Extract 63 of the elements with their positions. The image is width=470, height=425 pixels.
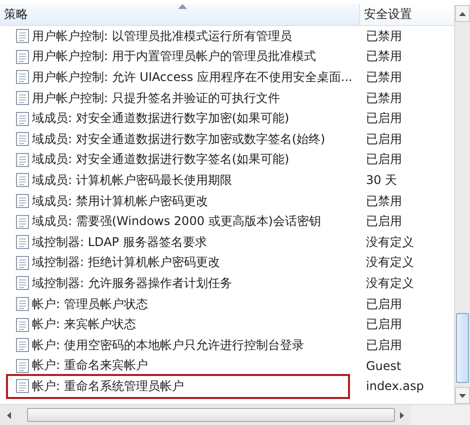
policy-icon bbox=[16, 91, 29, 106]
policy-icon bbox=[16, 235, 29, 250]
policy-icon bbox=[16, 338, 29, 352]
security-setting: Guest bbox=[366, 358, 402, 373]
policy-icon bbox=[16, 318, 29, 332]
security-setting: 30 天 bbox=[366, 172, 398, 187]
policy-name: 用户帐户控制: 允许 UIAccess 应用程序在不使用安全桌面... bbox=[32, 68, 352, 86]
policy-icon bbox=[16, 358, 29, 373]
security-setting: 已启用 bbox=[366, 296, 402, 311]
policy-icon bbox=[16, 152, 29, 167]
column-header[interactable]: 策略 bbox=[0, 4, 360, 25]
security-setting: 已启用 bbox=[366, 338, 402, 352]
policy-name: 域成员: 计算机帐户密码最长使用期限 bbox=[32, 172, 232, 189]
scroll-up-icon[interactable] bbox=[455, 5, 470, 22]
security-setting: index.asp bbox=[366, 379, 424, 394]
sort-caret-icon bbox=[178, 4, 187, 9]
policy-name: 域成员: 对安全通道数据进行数字签名(如果可能) bbox=[32, 151, 290, 168]
scroll-thumb[interactable] bbox=[27, 408, 395, 422]
security-setting: 没有定义 bbox=[366, 255, 414, 270]
policy-icon bbox=[16, 112, 29, 126]
policy-name: 域成员: 对安全通道数据进行数字加密(如果可能) bbox=[32, 110, 290, 128]
scrollbar-corner bbox=[410, 405, 470, 425]
policy-name: 帐户: 来宾帐户状态 bbox=[32, 316, 136, 334]
security-setting: 已禁用 bbox=[366, 28, 402, 43]
policy-name: 帐户: 管理员帐户状态 bbox=[32, 296, 148, 313]
policy-name: 域成员: 对安全通道数据进行数字加密或数字签名(始终) bbox=[32, 130, 326, 148]
policy-name: 用户帐户控制: 只提升签名并验证的可执行文件 bbox=[32, 90, 280, 107]
vertical-scrollbar[interactable] bbox=[454, 5, 470, 404]
policy-icon bbox=[16, 173, 29, 188]
scroll-down-icon[interactable] bbox=[455, 387, 470, 404]
policy-icon bbox=[16, 256, 29, 270]
policy-name: 域控制器: LDAP 服务器签名要求 bbox=[32, 234, 207, 251]
policy-icon bbox=[16, 276, 29, 290]
policy-name: 域控制器: 允许服务器操作者计划任务 bbox=[32, 274, 232, 292]
policy-icon bbox=[16, 50, 29, 64]
policy-name: 帐户: 重命名来宾帐户 bbox=[32, 357, 148, 374]
security-setting: 已启用 bbox=[366, 132, 402, 146]
policy-name: 域成员: 需要强(Windows 2000 或更高版本)会话密钥 bbox=[32, 213, 321, 230]
security-setting: 已启用 bbox=[366, 214, 402, 228]
scroll-thumb[interactable] bbox=[456, 313, 469, 383]
policy-icon bbox=[16, 132, 29, 146]
policy-name: 域成员: 禁用计算机帐户密码更改 bbox=[32, 192, 208, 210]
security-setting: 没有定义 bbox=[366, 234, 414, 249]
policy-name: 帐户: 重命名系统管理员帐户 bbox=[32, 378, 184, 395]
security-setting: 已启用 bbox=[366, 152, 402, 166]
security-setting: 已启用 bbox=[366, 111, 402, 126]
policy-icon bbox=[16, 214, 29, 229]
security-setting: 已禁用 bbox=[366, 70, 402, 84]
horizontal-scrollbar[interactable] bbox=[0, 404, 470, 425]
policy-name: 用户帐户控制: 用于内置管理员帐户的管理员批准模式 bbox=[32, 48, 316, 66]
policy-icon bbox=[16, 29, 29, 44]
policy-name: 帐户: 使用空密码的本地帐户只允许进行控制台登录 bbox=[32, 336, 304, 354]
policy-icon bbox=[16, 297, 29, 312]
policy-name: 域控制器: 拒绝计算机帐户密码更改 bbox=[32, 254, 220, 272]
security-setting: 已禁用 bbox=[366, 194, 402, 208]
security-setting: 已禁用 bbox=[366, 90, 402, 105]
policy-icon bbox=[16, 194, 29, 208]
security-setting: 已禁用 bbox=[366, 49, 402, 64]
policy-icon bbox=[16, 379, 29, 394]
policy-icon bbox=[16, 70, 29, 84]
security-setting: 已启用 bbox=[366, 317, 402, 332]
policy-name: 用户帐户控制: 以管理员批准模式运行所有管理员 bbox=[32, 28, 292, 45]
security-setting: 没有定义 bbox=[366, 276, 414, 290]
